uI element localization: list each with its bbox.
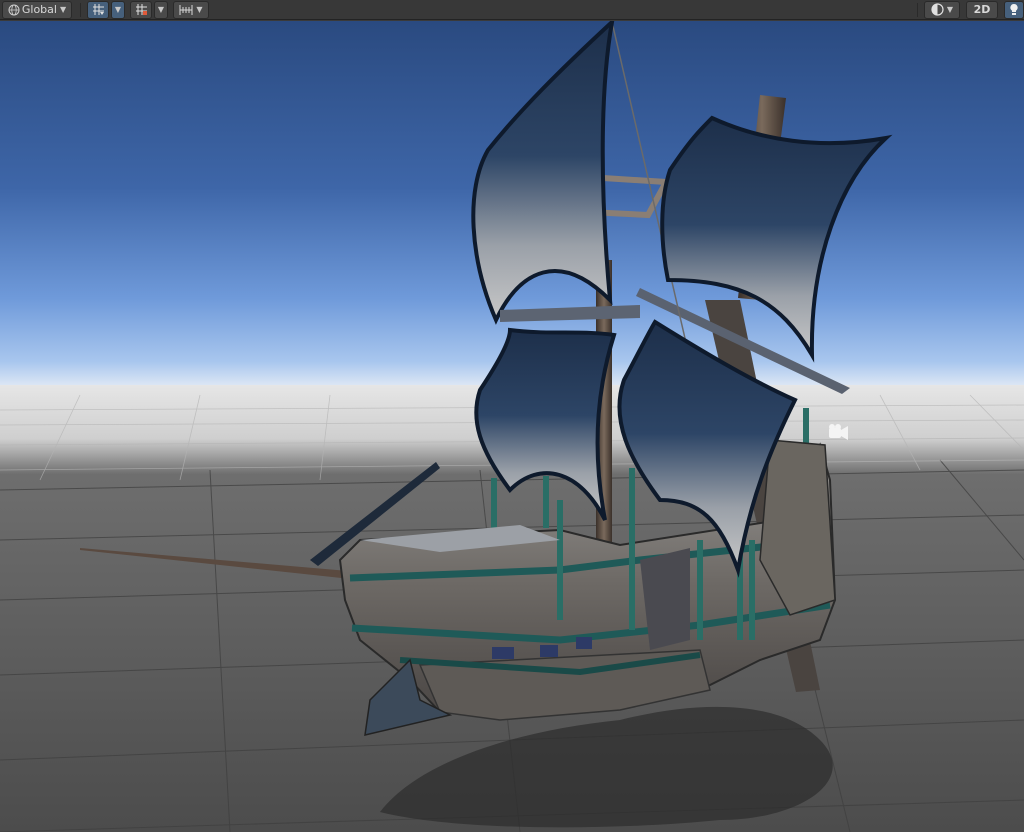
scene-view-toolbar: Global ▼ ▼ ▼ ▼ ▼ 2D (0, 0, 1024, 20)
mode-2d-toggle[interactable]: 2D (966, 0, 998, 19)
scene-render (0, 21, 1024, 832)
chevron-down-icon: ▼ (114, 5, 122, 14)
pivot-rotation-label: Global (21, 3, 57, 16)
chevron-down-icon: ▼ (59, 5, 67, 14)
grid-snap-icon (92, 3, 105, 16)
ruler-icon (179, 4, 193, 16)
increment-snap-dropdown[interactable]: ▼ (154, 0, 168, 19)
ruler-dropdown[interactable]: ▼ (173, 0, 209, 19)
grid-snap-dropdown[interactable]: ▼ (111, 0, 125, 19)
grid-snap-toggle[interactable] (87, 0, 109, 19)
toolbar-separator (80, 2, 81, 17)
draw-mode-icon (931, 3, 944, 16)
globe-icon (8, 4, 20, 16)
toolbar-separator (917, 2, 918, 17)
lighting-toggle[interactable] (1004, 0, 1024, 19)
lighting-bulb-icon (1009, 3, 1019, 16)
mode-2d-label: 2D (973, 3, 991, 16)
chevron-down-icon: ▼ (157, 5, 165, 14)
increment-snap-icon (135, 3, 148, 16)
chevron-down-icon: ▼ (196, 5, 203, 14)
draw-mode-dropdown[interactable]: ▼ (924, 0, 960, 19)
increment-snap-toggle[interactable] (130, 0, 152, 19)
scene-viewport[interactable] (0, 21, 1024, 832)
pivot-rotation-dropdown[interactable]: Global ▼ (2, 0, 72, 19)
chevron-down-icon: ▼ (946, 5, 954, 14)
